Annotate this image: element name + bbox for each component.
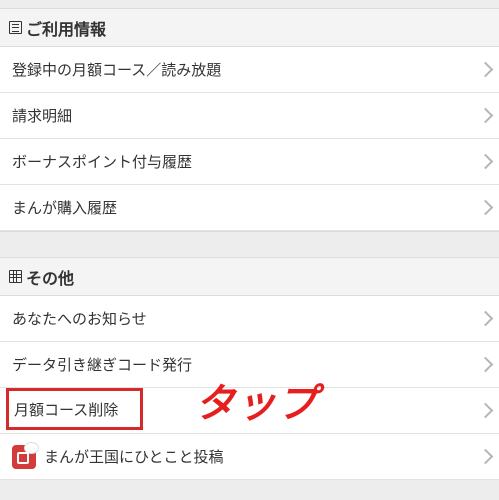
top-spacer [0,0,499,8]
menu-item-label: 請求明細 [12,107,73,125]
menu-item-label: 登録中の月額コース／読み放題 [12,61,222,79]
chevron-right-icon [477,61,494,77]
menu-item-label: 月額コース削除 [14,400,119,419]
menu-item-delete-monthly-course[interactable]: 月額コース削除 [0,388,499,434]
menu-item-transfer-code[interactable]: データ引き継ぎコード発行 [0,342,499,388]
chevron-right-icon [477,107,494,123]
chevron-right-icon [477,153,494,169]
bottom-spacer [0,480,499,500]
section-title: ご利用情報 [26,19,107,39]
menu-item-label: まんが王国にひとこと投稿 [44,448,224,466]
chevron-right-icon [477,310,494,326]
menu-item-purchase-history[interactable]: まんが購入履歴 [0,185,499,231]
menu-item-bonus-point-history[interactable]: ボーナスポイント付与履歴 [0,139,499,185]
menu-item-label: ボーナスポイント付与履歴 [12,153,193,171]
grid-icon [9,270,22,283]
chevron-right-icon [477,402,494,418]
menu-item-label: まんが購入履歴 [12,199,118,217]
menu-item-label: データ引き継ぎコード発行 [12,356,193,374]
section-header-other: その他 [0,257,499,296]
chevron-right-icon [477,199,494,215]
section-usage-info: ご利用情報 登録中の月額コース／読み放題 請求明細 ボーナスポイント付与履歴 ま… [0,8,499,231]
menu-item-post-feedback[interactable]: まんが王国にひとこと投稿 [0,434,499,480]
chevron-right-icon [477,448,494,464]
menu-item-label: あなたへのお知らせ [12,310,147,328]
list-icon [9,21,22,34]
highlight-box: 月額コース削除 [6,388,143,430]
menu-item-active-courses[interactable]: 登録中の月額コース／読み放題 [0,47,499,93]
section-spacer [0,231,499,257]
manga-oukoku-app-icon [12,441,39,469]
menu-item-notifications[interactable]: あなたへのお知らせ [0,296,499,342]
section-other: その他 あなたへのお知らせ データ引き継ぎコード発行 月額コース削除 まんが王国… [0,257,499,480]
section-header-usage-info: ご利用情報 [0,8,499,47]
menu-item-billing-statement[interactable]: 請求明細 [0,93,499,139]
section-title: その他 [26,268,75,288]
chevron-right-icon [477,356,494,372]
